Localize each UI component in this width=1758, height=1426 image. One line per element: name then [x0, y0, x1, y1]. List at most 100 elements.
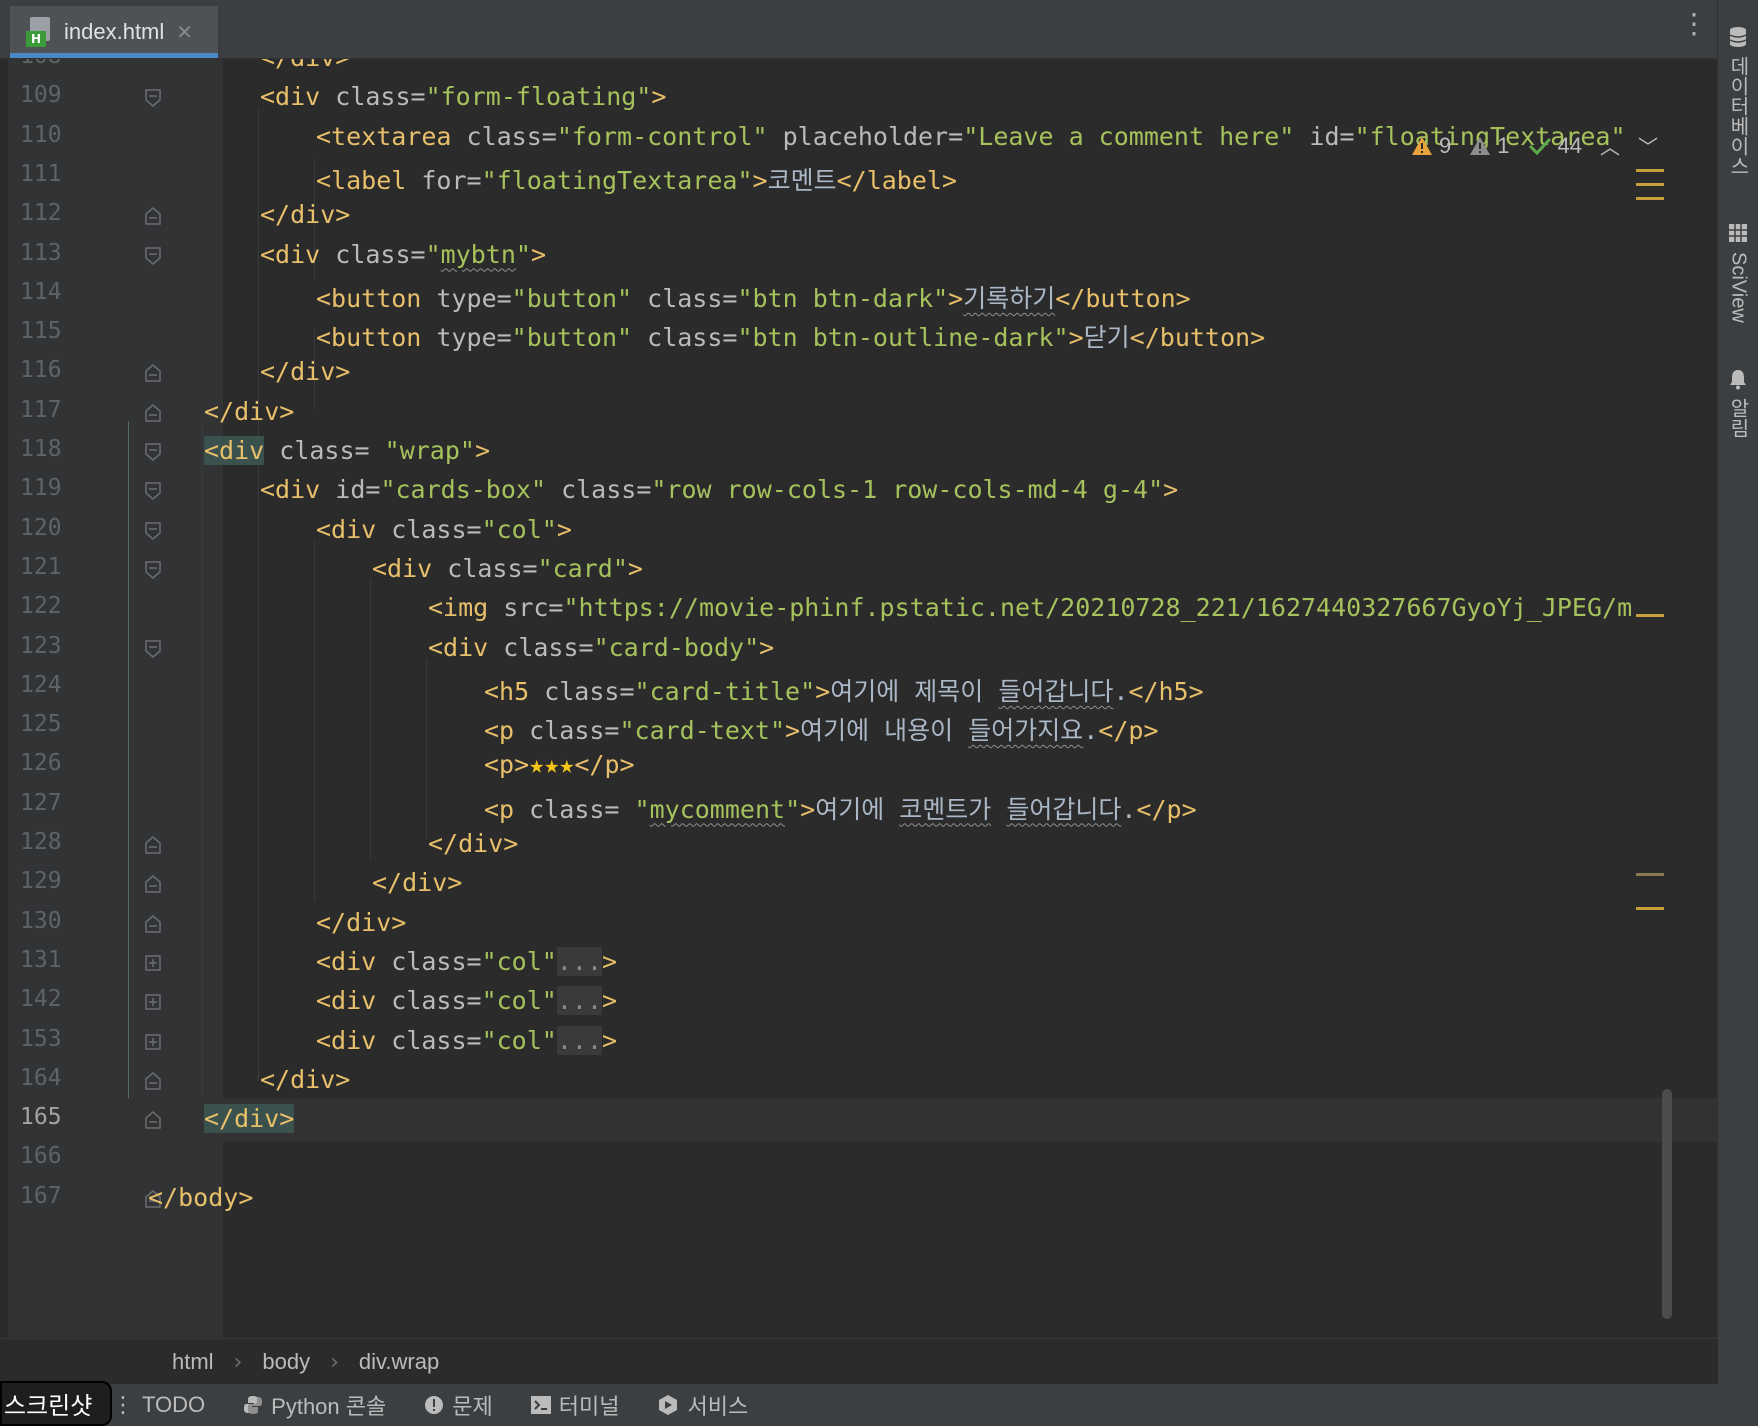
more-vertical-icon[interactable]: ⋮	[1680, 10, 1708, 38]
line-number[interactable]: 167	[20, 1183, 80, 1209]
stripe-mark[interactable]	[1636, 873, 1664, 876]
code-line[interactable]: 129 </div>	[8, 862, 1718, 906]
line-number[interactable]: 119	[20, 475, 80, 501]
code-line[interactable]: 165 </div>	[8, 1098, 1718, 1143]
line-number[interactable]: 128	[20, 829, 80, 855]
line-number[interactable]: 114	[20, 279, 80, 305]
code-line[interactable]: 153 <div class="col"...>	[8, 1020, 1718, 1064]
warnings-count[interactable]: 9	[1411, 133, 1451, 159]
line-number[interactable]: 115	[20, 318, 80, 344]
line-number[interactable]: 164	[20, 1065, 80, 1091]
code-line[interactable]: 130 </div>	[8, 902, 1718, 946]
code-line[interactable]: 142 <div class="col"...>	[8, 980, 1718, 1024]
fold-expand-icon[interactable]	[144, 953, 162, 973]
fold-icon[interactable]	[144, 1110, 162, 1130]
fold-icon[interactable]	[144, 206, 162, 226]
stripe-mark[interactable]	[1636, 197, 1664, 200]
line-number[interactable]: 118	[20, 436, 80, 462]
line-number[interactable]: 120	[20, 515, 80, 541]
fold-expand-icon[interactable]	[144, 1032, 162, 1052]
line-number[interactable]: 124	[20, 672, 80, 698]
fold-icon[interactable]	[144, 88, 162, 108]
code-line[interactable]: 116 </div>	[8, 351, 1718, 395]
sciview-tool[interactable]: SciView	[1718, 222, 1758, 323]
line-number[interactable]: 153	[20, 1026, 80, 1052]
line-number[interactable]: 112	[20, 200, 80, 226]
line-number[interactable]: 113	[20, 240, 80, 266]
line-number[interactable]: 130	[20, 908, 80, 934]
code-line[interactable]: 120 <div class="col">	[8, 509, 1718, 553]
stripe-mark[interactable]	[1636, 169, 1664, 172]
code-line[interactable]: 124 <h5 class="card-title">여기에 제목이 들어갑니다.…	[8, 666, 1718, 710]
code-line[interactable]: 167 </body>	[8, 1177, 1718, 1221]
line-number[interactable]: 126	[20, 750, 80, 776]
breadcrumb-html[interactable]: html	[172, 1349, 214, 1375]
inspection-widget[interactable]: 9 1 44 ︿ ﹀	[1411, 131, 1658, 160]
fold-icon[interactable]	[144, 246, 162, 266]
code-line[interactable]: 113 <div class="mybtn">	[8, 234, 1718, 278]
fold-icon[interactable]	[144, 521, 162, 541]
python-console-tool[interactable]: Python 콘솔	[243, 1389, 386, 1421]
todo-tool[interactable]: ⋮ TODO	[112, 1392, 205, 1418]
fold-expand-icon[interactable]	[144, 992, 162, 1012]
database-tool[interactable]: 데이터베이스	[1718, 26, 1758, 176]
vertical-scrollbar[interactable]	[1662, 1089, 1672, 1319]
line-number[interactable]: 129	[20, 868, 80, 894]
code-line[interactable]: 164 </div>	[8, 1059, 1718, 1103]
line-number[interactable]: 166	[20, 1143, 80, 1169]
line-number[interactable]: 109	[20, 82, 80, 108]
fold-icon[interactable]	[144, 639, 162, 659]
code-line[interactable]: 122 <img src="https://movie-phinf.pstatic…	[8, 587, 1718, 631]
code-editor[interactable]: 108</div>109<div class="form-floating">1…	[8, 59, 1718, 1337]
fold-icon[interactable]	[144, 914, 162, 934]
fold-icon[interactable]	[144, 442, 162, 462]
line-number[interactable]: 142	[20, 986, 80, 1012]
ok-count[interactable]: 44	[1528, 133, 1582, 159]
code-line[interactable]: 123 <div class="card-body">	[8, 627, 1718, 671]
fold-icon[interactable]	[144, 874, 162, 894]
line-number[interactable]: 121	[20, 554, 80, 580]
fold-icon[interactable]	[144, 560, 162, 580]
line-number[interactable]: 165	[20, 1104, 80, 1130]
breadcrumb-div-wrap[interactable]: div.wrap	[359, 1349, 439, 1375]
breadcrumb-body[interactable]: body	[262, 1349, 310, 1375]
code-line[interactable]: 166	[8, 1137, 1718, 1181]
code-line[interactable]: 127 <p class= "mycomment">여기에 코멘트가 들어갑니다.…	[8, 784, 1718, 828]
code-line[interactable]: 115 <button type="button" class="btn btn-…	[8, 312, 1718, 356]
code-line[interactable]: 125 <p class="card-text">여기에 내용이 들어가지요.</…	[8, 705, 1718, 749]
fold-icon[interactable]	[144, 363, 162, 383]
fold-icon[interactable]	[144, 835, 162, 855]
code-line[interactable]: 121 <div class="card">	[8, 548, 1718, 592]
fold-icon[interactable]	[144, 481, 162, 501]
line-number[interactable]: 127	[20, 790, 80, 816]
line-number[interactable]: 108	[20, 59, 80, 69]
code-line[interactable]: 109 <div class="form-floating">	[8, 76, 1718, 120]
stripe-mark[interactable]	[1636, 907, 1664, 910]
code-line[interactable]: 126 <p>★★★</p>	[8, 744, 1718, 788]
chevron-down-icon[interactable]: ﹀	[1638, 131, 1658, 160]
services-tool[interactable]: 서비스	[657, 1389, 748, 1421]
code-line[interactable]: 117 </div>	[8, 391, 1718, 435]
line-number[interactable]: 125	[20, 711, 80, 737]
line-number[interactable]: 116	[20, 357, 80, 383]
problems-tool[interactable]: 문제	[424, 1389, 493, 1421]
stripe-mark[interactable]	[1636, 614, 1664, 617]
code-line[interactable]: 131 <div class="col"...>	[8, 941, 1718, 985]
code-line[interactable]: 111 <label for="floatingTextarea">코멘트</la…	[8, 155, 1718, 199]
line-number[interactable]: 110	[20, 122, 80, 148]
code-line[interactable]: 112 </div>	[8, 194, 1718, 238]
notifications-tool[interactable]: 알림	[1718, 368, 1758, 438]
line-number[interactable]: 122	[20, 593, 80, 619]
line-number[interactable]: 123	[20, 633, 80, 659]
chevron-up-icon[interactable]: ︿	[1600, 131, 1620, 160]
fold-icon[interactable]	[144, 403, 162, 423]
code-line[interactable]: 118 <div class= "wrap">	[8, 430, 1718, 474]
code-line[interactable]: 114 <button type="button" class="btn btn-…	[8, 273, 1718, 317]
line-number[interactable]: 117	[20, 397, 80, 423]
line-number[interactable]: 111	[20, 161, 80, 187]
tab-index-html[interactable]: H index.html ✕	[10, 6, 218, 58]
screenshot-button[interactable]: 스크린샷	[0, 1381, 112, 1426]
terminal-tool[interactable]: 터미널	[530, 1389, 619, 1421]
code-line[interactable]: 128 </div>	[8, 823, 1718, 867]
code-line[interactable]: 119 <div id="cards-box" class="row row-co…	[8, 469, 1718, 513]
